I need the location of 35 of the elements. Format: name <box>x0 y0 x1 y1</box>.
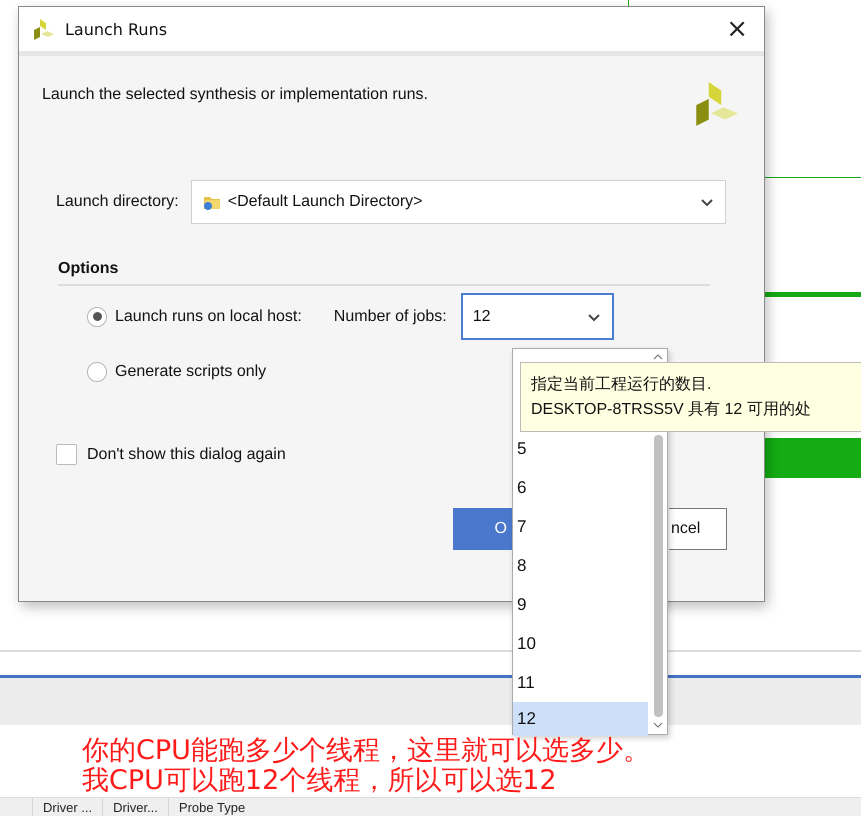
close-button[interactable]: × <box>722 15 752 43</box>
annotation-text: 你的CPU能跑多少个线程，这里就可以选多少。 <box>82 736 650 766</box>
tooltip-text: 指定当前工程运行的数目. <box>531 374 712 395</box>
radio-button[interactable] <box>87 362 107 382</box>
scroll-down-icon[interactable] <box>654 722 662 728</box>
list-option[interactable]: 7 <box>513 507 648 546</box>
list-option[interactable]: 12 <box>513 702 648 736</box>
radio-label[interactable]: Generate scripts only <box>115 362 266 380</box>
column-header[interactable]: Driver... <box>102 798 168 816</box>
list-option[interactable]: 9 <box>513 585 648 624</box>
radio-label[interactable]: Launch runs on local host: <box>115 308 302 326</box>
list-option[interactable]: 8 <box>513 546 648 585</box>
radio-button[interactable] <box>87 306 107 326</box>
jobs-dropdown[interactable]: 12 <box>460 293 614 340</box>
ok-button[interactable]: O <box>453 508 513 550</box>
app-logo-icon <box>31 17 55 41</box>
field-label: Launch directory: <box>56 193 179 211</box>
list-option[interactable]: 10 <box>513 624 648 663</box>
column-header[interactable]: Driver ... <box>32 798 102 816</box>
description-text: Launch the selected synthesis or implementation runs. <box>42 86 428 105</box>
field-label: Number of jobs: <box>334 308 447 326</box>
annotation-text: 我CPU可以跑12个线程，所以可以选12 <box>82 766 558 796</box>
list-option[interactable]: 5 <box>513 429 648 468</box>
section-heading: Options <box>58 260 118 278</box>
directory-dropdown[interactable]: <Default Launch Directory> <box>190 180 726 224</box>
scrollbar-thumb[interactable] <box>654 435 663 717</box>
list-option[interactable]: 6 <box>513 468 648 507</box>
window-title: Launch Runs <box>65 20 168 38</box>
column-header[interactable]: Probe Type <box>168 798 256 816</box>
tooltip-text: DESKTOP-8TRSS5V 具有 12 可用的处 <box>531 400 812 420</box>
cancel-button[interactable]: ncel <box>669 508 727 550</box>
list-option[interactable]: 11 <box>513 663 648 702</box>
scroll-up-icon[interactable] <box>654 354 662 360</box>
checkbox-label[interactable]: Don't show this dialog again <box>87 446 286 464</box>
checkbox[interactable] <box>56 444 77 465</box>
